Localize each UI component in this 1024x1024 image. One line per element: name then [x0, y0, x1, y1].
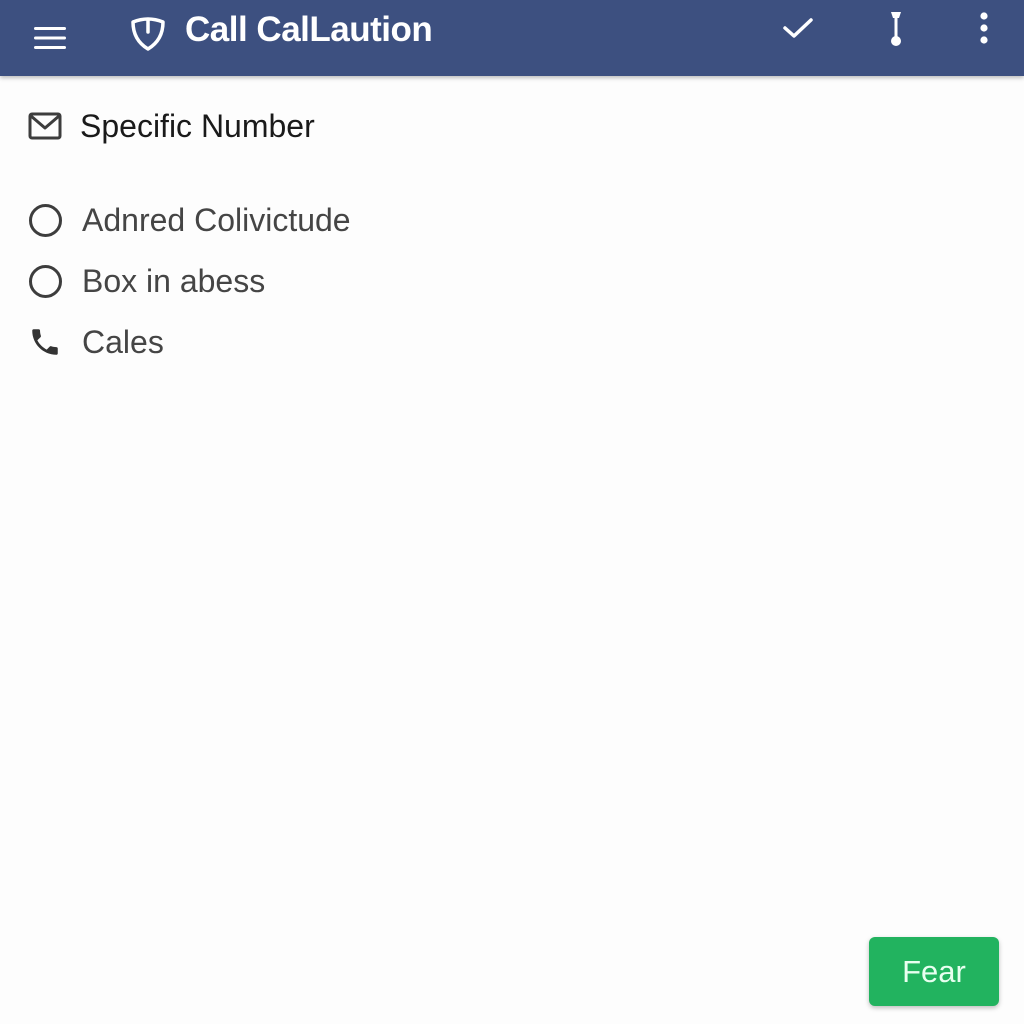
list-item[interactable]: Box in abess [26, 259, 265, 303]
check-icon [783, 18, 813, 38]
menu-button[interactable] [30, 18, 70, 58]
list-header-specific-number[interactable]: Specific Number [26, 104, 315, 148]
list-item[interactable]: Adnred Colivictude [26, 198, 351, 242]
brand-logo [128, 14, 168, 54]
more-vert-icon [980, 12, 988, 44]
drag-handle-button[interactable] [874, 8, 918, 48]
confirm-button[interactable] [776, 8, 820, 48]
list-item-label: Box in abess [82, 262, 266, 299]
list-item-label: Adnred Colivictude [82, 201, 351, 238]
list-header-label: Specific Number [80, 107, 315, 144]
content-area: Specific Number Adnred Colivictude Box i… [0, 76, 1024, 1024]
radio-unchecked-icon[interactable] [26, 262, 64, 300]
mail-icon [26, 107, 64, 145]
list-item[interactable]: Cales [26, 320, 164, 364]
drag-handle-icon [891, 12, 901, 46]
fear-button[interactable]: Fear [869, 937, 999, 1006]
radio-unchecked-icon[interactable] [26, 201, 64, 239]
phone-icon [26, 323, 64, 361]
shield-icon [131, 17, 165, 51]
hamburger-menu-icon [34, 27, 66, 49]
app-title: Call CalLaution [185, 10, 433, 49]
list-item-label: Cales [82, 323, 164, 360]
app-bar: Call CalLaution [0, 0, 1024, 76]
more-options-button[interactable] [962, 8, 1006, 48]
